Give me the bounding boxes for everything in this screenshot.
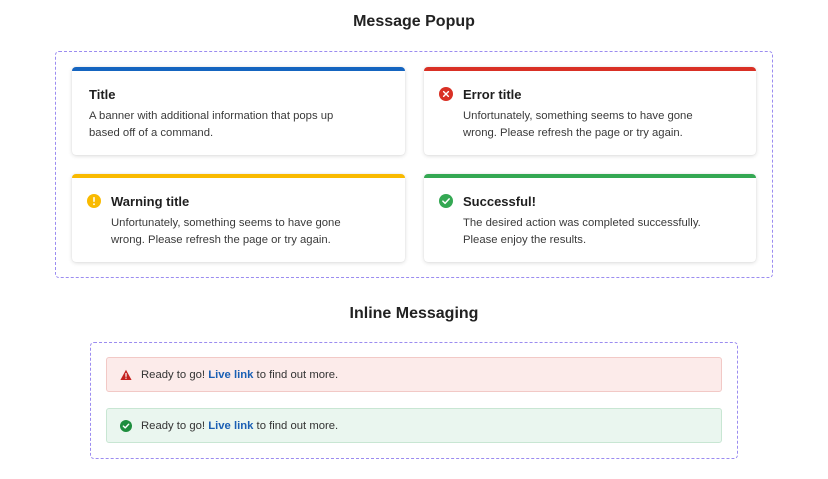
warning-popup-body-line2: wrong. Please refresh the page or try ag… <box>111 234 331 246</box>
error-popup-body-line2: wrong. Please refresh the page or try ag… <box>463 127 683 139</box>
inline-error-message: Ready to go! Live link to find out more. <box>106 357 722 392</box>
warning-popup-title: Warning title <box>111 194 190 209</box>
inline-success-message: Ready to go! Live link to find out more. <box>106 408 722 443</box>
info-accent-bar <box>72 67 405 71</box>
x-circle-icon <box>439 87 453 101</box>
warning-popup: Warning title Unfortunately, something s… <box>72 174 405 262</box>
message-popup-heading: Message Popup <box>353 13 475 30</box>
inline-error-text: Ready to go! Live link to find out more. <box>141 369 338 381</box>
success-popup-title: Successful! <box>463 194 536 209</box>
inline-success-suffix: to find out more. <box>253 420 339 432</box>
info-popup-body: A banner with additional information tha… <box>89 108 379 142</box>
info-popup-body-line2: based off of a command. <box>89 127 214 139</box>
error-popup-title: Error title <box>463 87 522 102</box>
exclamation-circle-icon <box>87 194 101 208</box>
info-popup-body-line1: A banner with additional information tha… <box>89 110 334 122</box>
error-accent-bar <box>424 67 756 71</box>
inline-success-live-link[interactable]: Live link <box>208 420 253 432</box>
info-popup: Title A banner with additional informati… <box>72 67 405 155</box>
warning-popup-body: Unfortunately, something seems to have g… <box>111 215 401 249</box>
success-popup: Successful! The desired action was compl… <box>424 174 756 262</box>
inline-success-prefix: Ready to go! <box>141 420 209 432</box>
inline-success-text: Ready to go! Live link to find out more. <box>141 420 338 432</box>
inline-error-suffix: to find out more. <box>253 369 339 381</box>
check-circle-icon <box>120 420 132 432</box>
error-popup-body: Unfortunately, something seems to have g… <box>463 108 753 142</box>
success-popup-body: The desired action was completed success… <box>463 215 753 249</box>
warning-popup-body-line1: Unfortunately, something seems to have g… <box>111 217 341 229</box>
check-circle-icon <box>439 194 453 208</box>
inline-messaging-heading: Inline Messaging <box>349 305 479 322</box>
inline-error-live-link[interactable]: Live link <box>208 369 253 381</box>
inline-error-prefix: Ready to go! <box>141 369 209 381</box>
success-popup-body-line2: Please enjoy the results. <box>463 234 587 246</box>
success-accent-bar <box>424 174 756 178</box>
warning-accent-bar <box>72 174 405 178</box>
error-popup: Error title Unfortunately, something see… <box>424 67 756 155</box>
error-popup-body-line1: Unfortunately, something seems to have g… <box>463 110 693 122</box>
success-popup-body-line1: The desired action was completed success… <box>463 217 701 229</box>
warning-triangle-icon <box>120 369 132 380</box>
info-popup-title: Title <box>89 87 116 102</box>
